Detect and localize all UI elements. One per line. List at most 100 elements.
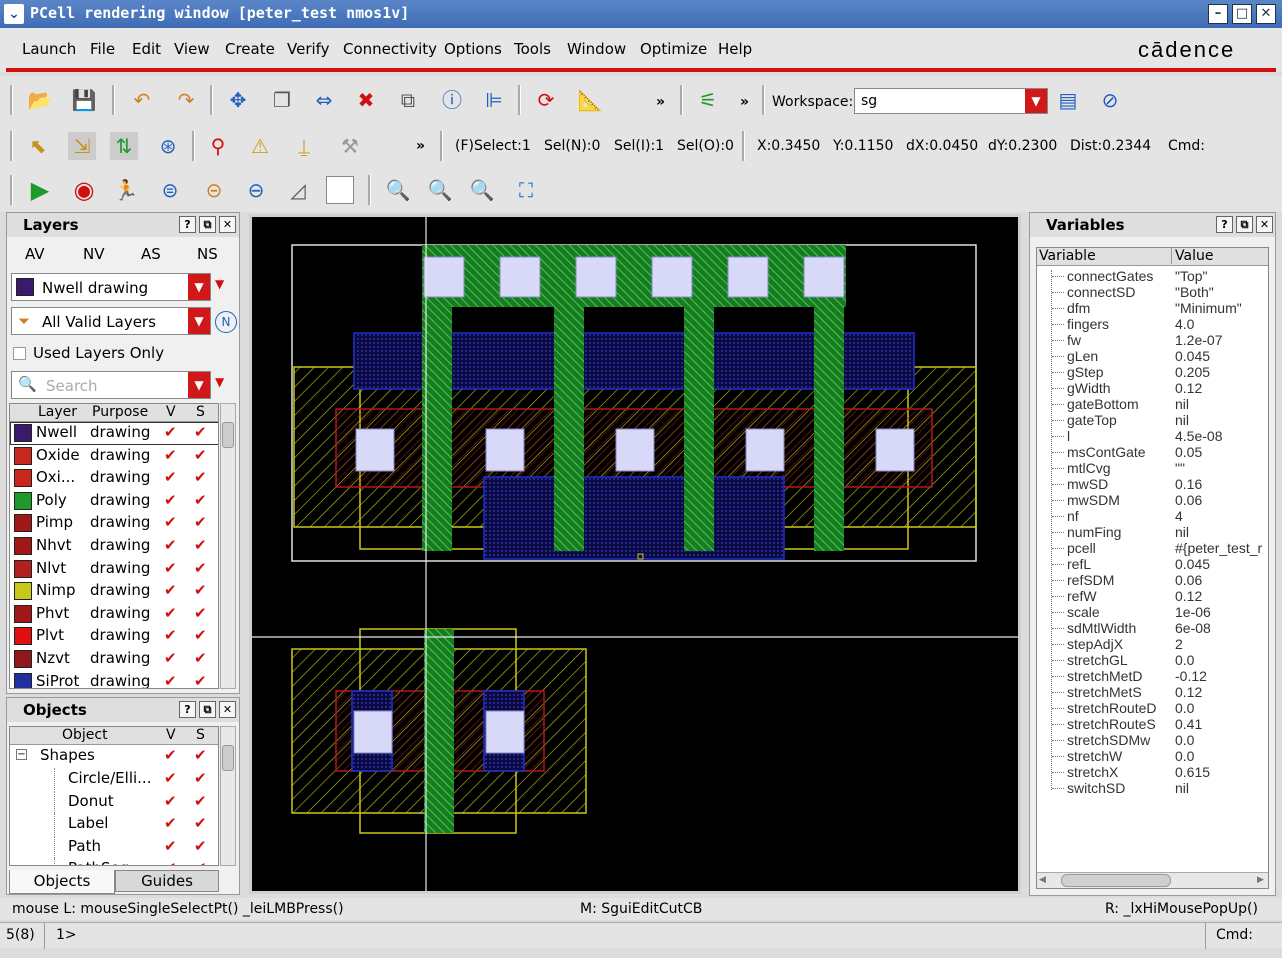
variable-row[interactable]: stretchGL 0.0 [1037,652,1268,668]
stop-icon[interactable]: ◉ [70,176,98,204]
object-row[interactable]: Label ✔ ✔ [10,813,218,836]
variable-row[interactable]: stretchMetS 0.12 [1037,684,1268,700]
visible-check[interactable]: ✔ [164,769,177,787]
undock-icon[interactable]: ⧉ [199,216,216,233]
col-layer[interactable]: Layer [38,404,77,420]
select-check[interactable]: ✔ [194,513,207,531]
variable-row[interactable]: switchSD nil [1037,780,1268,796]
visible-check[interactable]: ✔ [164,626,177,644]
toolbar-overflow-1[interactable]: » [656,94,665,110]
select-check[interactable]: ✔ [194,649,207,667]
run-icon[interactable]: ▶ [26,176,54,204]
undo-icon[interactable]: ↶ [128,86,156,114]
used-layers-checkbox[interactable] [13,347,26,360]
search-menu-icon[interactable]: ▼ [215,375,224,389]
step-out-icon[interactable]: ⊖ [242,176,270,204]
poly-gate[interactable] [684,305,714,551]
chevron-down-icon[interactable]: ▼ [188,372,210,398]
layer-row-siprot[interactable]: SiProt drawing ✔ ✔ [10,671,218,688]
help-icon[interactable]: ? [179,216,196,233]
select-partial-icon[interactable]: ⇲ [68,132,96,160]
variable-row[interactable]: gStep 0.205 [1037,364,1268,380]
align-icon[interactable]: ⊫ [480,86,508,114]
layer-select[interactable]: Nwell drawing ▼ [11,273,211,301]
col-s[interactable]: S [196,727,205,743]
variable-row[interactable]: connectGates "Top" [1037,268,1268,284]
select-check[interactable]: ✔ [194,746,207,764]
visible-check[interactable]: ✔ [164,559,177,577]
visible-check[interactable]: ✔ [164,468,177,486]
col-variable[interactable]: Variable [1039,248,1096,264]
save-icon[interactable]: 💾 [70,86,98,114]
workspace-delete-icon[interactable]: ⊘ [1096,86,1124,114]
properties-icon[interactable]: ⧉ [394,86,422,114]
poly-gate[interactable] [814,305,844,551]
variable-row[interactable]: numFing nil [1037,524,1268,540]
tab-objects[interactable]: Objects [9,870,115,894]
variable-row[interactable]: dfm "Minimum" [1037,300,1268,316]
chevron-down-icon[interactable]: ▼ [188,274,210,300]
visible-check[interactable]: ✔ [164,423,177,441]
redo-icon[interactable]: ↷ [172,86,200,114]
col-s[interactable]: S [196,404,205,420]
poly-gate-bar[interactable] [422,245,846,307]
select-check[interactable]: ✔ [194,859,207,865]
ruler-icon[interactable]: 📐 [576,86,604,114]
select-check[interactable]: ✔ [194,837,207,855]
variable-row[interactable]: fw 1.2e-07 [1037,332,1268,348]
visible-check[interactable]: ✔ [164,837,177,855]
blank-icon[interactable] [326,176,354,204]
contact[interactable] [651,256,693,298]
visible-check[interactable]: ✔ [164,513,177,531]
warning-icon[interactable]: ⚠ [246,132,274,160]
tree-shapes[interactable]: Shapes [40,746,95,764]
menu-file[interactable]: File [90,40,115,58]
maximize-button[interactable]: □ [1232,4,1252,24]
toolbar-overflow-2[interactable]: » [740,94,749,110]
select-check[interactable]: ✔ [194,604,207,622]
select-check[interactable]: ✔ [194,672,207,688]
poly-gate[interactable] [424,629,454,833]
menu-launch[interactable]: Launch [22,40,76,58]
variable-row[interactable]: mtlCvg "" [1037,460,1268,476]
variable-row[interactable]: mwSD 0.16 [1037,476,1268,492]
zoom-out-icon[interactable]: 🔍 [426,176,454,204]
variable-row[interactable]: stepAdjX 2 [1037,636,1268,652]
move-icon[interactable]: ✥ [224,86,252,114]
select-check[interactable]: ✔ [194,446,207,464]
variable-row[interactable]: l 4.5e-08 [1037,428,1268,444]
layer-search-field[interactable]: 🔍 Search ▼ [11,371,211,399]
toolbar-overflow-3[interactable]: » [416,138,425,154]
object-scrollbar[interactable] [220,726,236,866]
select-check[interactable]: ✔ [194,468,207,486]
contact[interactable] [485,428,525,472]
hierarchy-icon[interactable]: ⚟ [694,86,722,114]
select-check[interactable]: ✔ [194,814,207,832]
col-v[interactable]: V [166,404,176,420]
variable-row[interactable]: stretchRouteD 0.0 [1037,700,1268,716]
zoom-fit-icon[interactable]: ⛶ [512,176,540,204]
menu-verify[interactable]: Verify [287,40,330,58]
variable-row[interactable]: gWidth 0.12 [1037,380,1268,396]
variable-row[interactable]: stretchSDMw 0.0 [1037,732,1268,748]
metal-shape[interactable] [483,476,785,560]
layer-row-oxi[interactable]: Oxi... drawing ✔ ✔ [10,467,218,490]
contact[interactable] [615,428,655,472]
menu-optimize[interactable]: Optimize [640,40,707,58]
tool-disabled-icon[interactable]: ⚒ [336,132,364,160]
undock-icon[interactable]: ⧉ [199,701,216,718]
layer-row-plvt[interactable]: Plvt drawing ✔ ✔ [10,625,218,648]
close-button[interactable]: ✕ [1256,4,1276,24]
close-icon[interactable]: ✕ [1256,216,1273,233]
menu-options[interactable]: Options [444,40,502,58]
menu-create[interactable]: Create [225,40,275,58]
select-check[interactable]: ✔ [194,769,207,787]
minimize-button[interactable]: – [1208,4,1228,24]
variable-row[interactable]: sdMtlWidth 6e-08 [1037,620,1268,636]
open-icon[interactable]: 📂 [26,86,54,114]
variable-row[interactable]: stretchRouteS 0.41 [1037,716,1268,732]
col-v[interactable]: V [166,727,176,743]
layout-drawing[interactable] [252,217,1018,891]
select-check[interactable]: ✔ [194,626,207,644]
scroll-thumb[interactable] [222,422,234,448]
